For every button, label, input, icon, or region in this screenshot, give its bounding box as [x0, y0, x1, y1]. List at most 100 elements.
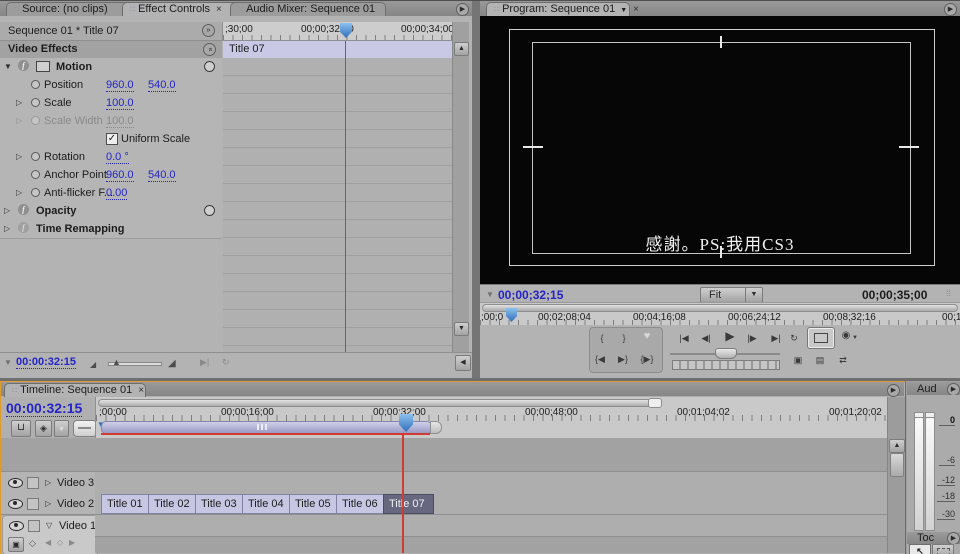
- panel-divider[interactable]: [472, 0, 480, 378]
- loop-button[interactable]: ↻: [786, 331, 802, 345]
- anti-flicker-value[interactable]: 0.00: [106, 187, 127, 200]
- go-to-next-edit-button[interactable]: ▶|: [766, 331, 786, 345]
- step-back-button[interactable]: ◀|: [696, 331, 716, 345]
- go-to-in-button[interactable]: {◀: [592, 352, 608, 366]
- zoom-out-icon[interactable]: ◢: [90, 360, 96, 369]
- add-marker-button[interactable]: ♥: [639, 330, 655, 342]
- clip-title-07-selected[interactable]: Title 07: [383, 494, 434, 514]
- clip-title-01[interactable]: Title 01: [101, 494, 153, 514]
- tab-timeline[interactable]: ∷Timeline: Sequence 01×: [4, 383, 146, 397]
- panel-menu-button[interactable]: ▶: [887, 384, 900, 397]
- tab-effect-controls[interactable]: ∷Effect Controls×: [122, 2, 242, 17]
- selection-tool-button[interactable]: ↖: [909, 544, 931, 554]
- expand-triangle-icon[interactable]: ▷: [16, 152, 22, 161]
- shuttle-handle[interactable]: [715, 348, 737, 359]
- export-frame-button[interactable]: ⇄: [834, 353, 852, 367]
- ec-clip-bar[interactable]: Title 07: [223, 41, 452, 59]
- uniform-scale-checkbox[interactable]: ✓: [106, 133, 118, 145]
- toggle-track-output-icon[interactable]: [8, 478, 23, 488]
- ec-vertical-scrollbar[interactable]: ▲ ▼: [452, 22, 469, 352]
- tab-audio-mixer[interactable]: ∷Audio Mixer: Sequence 01: [230, 2, 386, 17]
- timeline-ruler[interactable]: ;00;00 00;00;16;00 00;00;32;00 00;00;48;…: [95, 397, 888, 438]
- collapse-track-icon[interactable]: ▷: [45, 478, 51, 487]
- effect-row-anti-flicker[interactable]: ▷ Anti-flicker F... 0.00: [0, 184, 222, 203]
- close-icon[interactable]: ×: [216, 4, 222, 15]
- clip-title-02[interactable]: Title 02: [148, 494, 200, 514]
- zoom-slider-handle[interactable]: ▲: [112, 357, 121, 367]
- toggle-animation-icon[interactable]: [31, 80, 40, 89]
- scrollbar-thumb[interactable]: [890, 453, 904, 477]
- fit-dropdown-arrow[interactable]: ▼: [745, 287, 763, 303]
- timeline-zoom-scrollbar[interactable]: [98, 399, 660, 407]
- collapse-track-icon[interactable]: ▽: [46, 521, 52, 530]
- expand-triangle-icon[interactable]: ▷: [4, 224, 10, 233]
- snap-button[interactable]: ⊔: [11, 420, 31, 437]
- track-lane-video1[interactable]: [95, 515, 887, 537]
- stopwatch-icon[interactable]: [204, 205, 215, 216]
- expand-triangle-icon[interactable]: ▷: [16, 98, 22, 107]
- clip-title-05[interactable]: Title 05: [289, 494, 341, 514]
- program-viewing-area-bar[interactable]: [482, 304, 958, 312]
- play-button[interactable]: ▶: [720, 329, 740, 343]
- clip-title-06[interactable]: Title 06: [336, 494, 388, 514]
- effect-row-motion[interactable]: ▼ f Motion: [0, 58, 222, 77]
- show-hide-timeline-button[interactable]: »: [202, 24, 215, 37]
- effect-enabled-icon[interactable]: f: [18, 222, 29, 233]
- panel-menu-button[interactable]: ▶: [456, 3, 469, 16]
- jog-disk[interactable]: [672, 360, 780, 370]
- tab-program[interactable]: ∷Program: Sequence 01▼×: [486, 2, 630, 17]
- dropdown-arrow-icon[interactable]: ▼: [620, 7, 627, 14]
- track-lane-video3[interactable]: [95, 471, 887, 494]
- set-in-point-button[interactable]: {: [595, 331, 609, 345]
- effect-enabled-icon[interactable]: f: [18, 60, 29, 71]
- play-around-button[interactable]: {▶}: [638, 352, 656, 366]
- play-in-to-out-button[interactable]: ▶}: [615, 352, 631, 366]
- track-lane-video2[interactable]: Title 01 Title 02 Title 03 Title 04 Titl…: [95, 493, 887, 515]
- effect-row-opacity[interactable]: ▷ f Opacity: [0, 202, 222, 221]
- track-lock-toggle[interactable]: [27, 498, 39, 510]
- effect-row-time-remapping[interactable]: ▷ f Time Remapping: [0, 220, 222, 239]
- zoom-in-icon[interactable]: ◢: [168, 358, 176, 369]
- track-select-tool-button[interactable]: [932, 544, 954, 554]
- collapse-track-icon[interactable]: ▷: [45, 499, 51, 508]
- position-x-value[interactable]: 960.0: [106, 79, 134, 92]
- toggle-animation-icon[interactable]: [31, 98, 40, 107]
- program-ruler[interactable]: ;00;0 00;02;08;04 00;04;16;08 00;06;24;1…: [480, 302, 960, 326]
- effect-row-rotation[interactable]: ▷ Rotation 0.0 °: [0, 148, 222, 167]
- effect-row-anchor-point[interactable]: Anchor Point 960.0 540.0: [0, 166, 222, 185]
- clip-title-04[interactable]: Title 04: [242, 494, 294, 514]
- clip-title-03[interactable]: Title 03: [195, 494, 247, 514]
- track-lock-toggle[interactable]: [27, 477, 39, 489]
- zoom-scrollbar-handle[interactable]: [648, 398, 662, 408]
- anchor-y-value[interactable]: 540.0: [148, 169, 176, 182]
- timeline-vertical-scrollbar[interactable]: ▲: [887, 397, 905, 553]
- show-keyframes-icon[interactable]: ◇: [29, 538, 36, 549]
- step-forward-button[interactable]: |▶: [742, 331, 762, 345]
- toggle-track-output-icon[interactable]: [8, 499, 23, 509]
- output-dropdown-icon[interactable]: ▼: [852, 335, 858, 341]
- timeline-current-timecode[interactable]: 00:00:32:15: [6, 400, 82, 417]
- expand-triangle-icon[interactable]: ▼: [4, 62, 12, 71]
- scroll-up-button[interactable]: ▲: [454, 42, 469, 56]
- ec-ruler[interactable]: ;30;00 00;00;32;00 00;00;34;00: [222, 22, 453, 41]
- close-icon[interactable]: ×: [138, 385, 144, 396]
- set-unnumbered-marker-button[interactable]: ♦: [54, 420, 69, 437]
- scroll-up-button[interactable]: ▲: [889, 439, 905, 453]
- anchor-x-value[interactable]: 960.0: [106, 169, 134, 182]
- scroll-left-button[interactable]: ◀: [455, 355, 471, 371]
- effect-enabled-icon[interactable]: f: [18, 204, 29, 215]
- work-area-handle[interactable]: [257, 424, 259, 430]
- go-to-previous-edit-button[interactable]: |◀: [674, 331, 694, 345]
- position-y-value[interactable]: 540.0: [148, 79, 176, 92]
- toggle-animation-icon[interactable]: [31, 152, 40, 161]
- toggle-track-output-icon[interactable]: [9, 521, 24, 531]
- scroll-down-button[interactable]: ▼: [454, 322, 469, 336]
- lift-button[interactable]: ▣: [790, 353, 806, 367]
- toggle-animation-icon[interactable]: [31, 188, 40, 197]
- program-current-timecode[interactable]: 00;00;32;15: [498, 288, 563, 303]
- close-icon[interactable]: ×: [633, 4, 639, 15]
- scale-value[interactable]: 100.0: [106, 97, 134, 110]
- collapse-section-button[interactable]: «: [203, 43, 216, 56]
- stopwatch-icon[interactable]: [204, 61, 215, 72]
- set-display-style-button[interactable]: ▣: [8, 537, 24, 552]
